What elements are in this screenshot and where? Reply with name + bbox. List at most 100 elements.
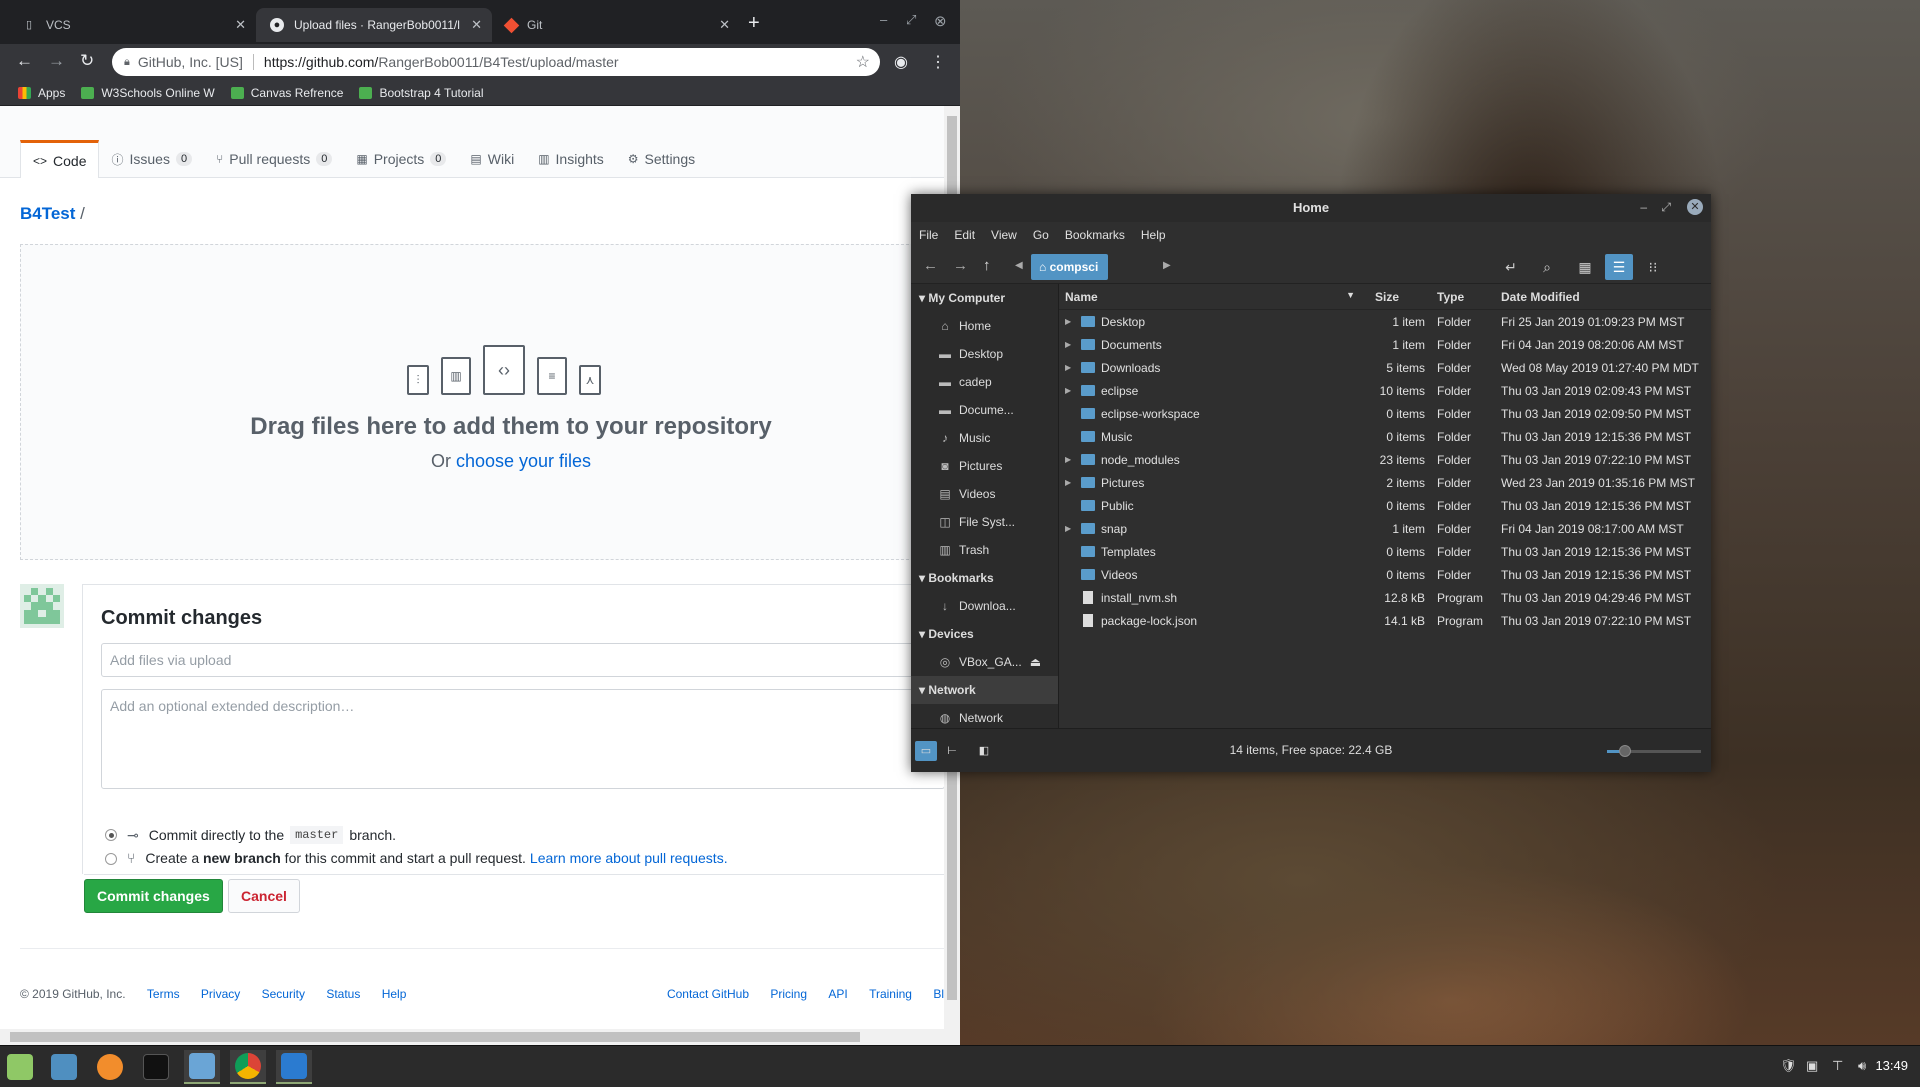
commit-description-textarea[interactable]: Add an optional extended description… — [101, 689, 945, 789]
menu-icon[interactable]: ⋮ — [930, 52, 946, 72]
tab-insights[interactable]: ▥ Insights — [526, 140, 616, 178]
expander-icon[interactable]: ▶ — [1065, 386, 1077, 395]
repo-link[interactable]: B4Test — [20, 204, 75, 223]
address-bar[interactable]: 🔒︎ GitHub, Inc. [US] https://github.com/… — [112, 48, 880, 76]
reload-icon[interactable]: ↻ — [80, 51, 94, 71]
file-row[interactable]: Music 0 items Folder Thu 03 Jan 2019 12:15:… — [1059, 425, 1711, 448]
menu-help[interactable]: Help — [1141, 228, 1166, 242]
menu-bookmarks[interactable]: Bookmarks — [1065, 228, 1125, 242]
volume-icon[interactable]: 🔊︎ — [1858, 1058, 1866, 1074]
commit-changes-button[interactable]: Commit changes — [84, 879, 223, 913]
new-branch-radio[interactable] — [105, 853, 117, 865]
tab-pull-requests[interactable]: ⑂ Pull requests 0 — [204, 140, 344, 178]
breadcrumb-right-icon[interactable]: ▶ — [1163, 260, 1171, 271]
learn-more-link[interactable]: Learn more about pull requests. — [530, 850, 728, 866]
sidebar-item[interactable]: ▬ Desktop — [911, 340, 1058, 368]
close-icon[interactable]: ✕ — [471, 17, 482, 33]
file-row[interactable]: ▶ eclipse 10 items Folder Thu 03 Jan 2019 02… — [1059, 379, 1711, 402]
update-icon[interactable]: ▣ — [1806, 1058, 1818, 1074]
tab-wiki[interactable]: ▤ Wiki — [458, 140, 526, 178]
column-name[interactable]: Name ▼ — [1059, 290, 1369, 304]
restore-icon[interactable]: ⤢ — [906, 12, 916, 28]
expander-icon[interactable]: ▶ — [1065, 478, 1077, 487]
forward-icon[interactable]: → — [953, 257, 968, 274]
column-type[interactable]: Type — [1431, 290, 1495, 304]
eject-icon[interactable]: ⏏ — [1030, 648, 1041, 676]
up-icon[interactable]: ↑ — [983, 257, 991, 274]
vscode-task[interactable] — [276, 1050, 312, 1084]
tab-issues[interactable]: ⓘ Issues 0 — [99, 140, 204, 178]
expander-icon[interactable]: ▶ — [1065, 317, 1077, 326]
chrome-task[interactable] — [230, 1050, 266, 1084]
footer-link-status[interactable]: Status — [326, 987, 360, 1001]
account-icon[interactable]: ◉ — [894, 52, 908, 72]
expander-icon[interactable]: ▶ — [1065, 363, 1077, 372]
cancel-button[interactable]: Cancel — [228, 879, 300, 913]
expander-icon[interactable]: ▶ — [1065, 524, 1077, 533]
tab-projects[interactable]: ▦ Projects 0 — [344, 140, 458, 178]
footer-link-terms[interactable]: Terms — [147, 987, 180, 1001]
sidebar-header-devices[interactable]: ▾ Devices — [911, 620, 1058, 648]
column-size[interactable]: Size — [1369, 290, 1431, 304]
firefox-launcher[interactable] — [92, 1050, 128, 1084]
sidebar-item[interactable]: ▬ cadep — [911, 368, 1058, 396]
terminal-launcher[interactable] — [138, 1050, 174, 1084]
tab-upload-files[interactable]: ● Upload files · RangerBob0011/l ✕ — [256, 8, 492, 42]
sidebar-item[interactable]: ▬ Docume... — [911, 396, 1058, 424]
sidebar-item[interactable]: ▥ Trash — [911, 536, 1058, 564]
footer-link-security[interactable]: Security — [262, 987, 305, 1001]
horizontal-scrollbar[interactable] — [0, 1029, 944, 1045]
minimize-icon[interactable]: – — [880, 12, 887, 27]
menu-file[interactable]: File — [919, 228, 938, 242]
choose-files-link[interactable]: choose your files — [456, 451, 591, 471]
clock[interactable]: 13:49 — [1875, 1058, 1908, 1073]
footer-link-training[interactable]: Training — [869, 987, 912, 1001]
close-icon[interactable]: ✕ — [719, 17, 730, 33]
toggle-location-icon[interactable]: ↵ — [1497, 254, 1525, 280]
tab-git[interactable]: Git ✕ — [492, 8, 740, 42]
file-row[interactable]: Videos 0 items Folder Thu 03 Jan 2019 12:15… — [1059, 563, 1711, 586]
tab-settings[interactable]: ⚙ Settings — [616, 140, 707, 178]
file-row[interactable]: ▶ Desktop 1 item Folder Fri 25 Jan 2019 01:0… — [1059, 310, 1711, 333]
file-row[interactable]: eclipse-workspace 0 items Folder Thu 03 Jan… — [1059, 402, 1711, 425]
close-window-icon[interactable]: ✕ — [1687, 199, 1703, 215]
menu-go[interactable]: Go — [1033, 228, 1049, 242]
sidebar-item[interactable]: ▤ Videos — [911, 480, 1058, 508]
file-row[interactable]: ▶ Downloads 5 items Folder Wed 08 May 2019 0… — [1059, 356, 1711, 379]
file-row[interactable]: ▶ snap 1 item Folder Fri 04 Jan 2019 08:17:0… — [1059, 517, 1711, 540]
new-tab-button[interactable]: + — [748, 12, 760, 35]
sidebar-item[interactable]: ♪ Music — [911, 424, 1058, 452]
network-icon[interactable]: ⊤ — [1832, 1058, 1843, 1074]
scrollbar-thumb[interactable] — [10, 1032, 860, 1042]
bookmark-w3schools[interactable]: W3Schools Online W — [81, 86, 215, 100]
sidebar-item[interactable]: ◎ VBox_GA... ⏏ — [911, 648, 1058, 676]
compact-view-icon[interactable]: ⁝⁝ — [1639, 254, 1667, 280]
footer-link-blog[interactable]: Bl — [933, 987, 944, 1001]
file-row[interactable]: ▶ node_modules 23 items Folder Thu 03 Jan 20… — [1059, 448, 1711, 471]
footer-link-privacy[interactable]: Privacy — [201, 987, 240, 1001]
tab-vcs[interactable]: ▯ VCS ✕ — [8, 8, 256, 42]
commit-summary-input[interactable]: Add files via upload — [101, 643, 945, 677]
minimize-icon[interactable]: – — [1640, 200, 1647, 214]
sidebar-item[interactable]: ↓ Downloa... — [911, 592, 1058, 620]
sidebar-item[interactable]: ⌂ Home — [911, 312, 1058, 340]
expander-icon[interactable]: ▶ — [1065, 340, 1077, 349]
icon-view-icon[interactable]: ▦ — [1571, 254, 1599, 280]
location-button[interactable]: ⌂ compsci — [1031, 254, 1109, 280]
sidebar-header-network[interactable]: ▾ Network — [911, 676, 1058, 704]
show-desktop-button[interactable] — [46, 1050, 82, 1084]
menu-edit[interactable]: Edit — [954, 228, 975, 242]
footer-link-api[interactable]: API — [828, 987, 847, 1001]
breadcrumb-left-icon[interactable]: ◀ — [1015, 260, 1023, 271]
expander-icon[interactable]: ▶ — [1065, 455, 1077, 464]
files-task[interactable] — [184, 1050, 220, 1084]
shield-icon[interactable]: 🛡︎ — [1780, 1058, 1797, 1074]
commit-direct-radio[interactable] — [105, 829, 117, 841]
back-icon[interactable]: ← — [16, 51, 33, 71]
sidebar-item[interactable]: ◍ Network — [911, 704, 1058, 728]
file-row[interactable]: Templates 0 items Folder Thu 03 Jan 2019 12… — [1059, 540, 1711, 563]
close-window-icon[interactable]: ⊗ — [934, 12, 947, 30]
bookmark-apps[interactable]: Apps — [18, 86, 65, 100]
sidebar-item[interactable]: ◙ Pictures — [911, 452, 1058, 480]
footer-link-pricing[interactable]: Pricing — [770, 987, 807, 1001]
